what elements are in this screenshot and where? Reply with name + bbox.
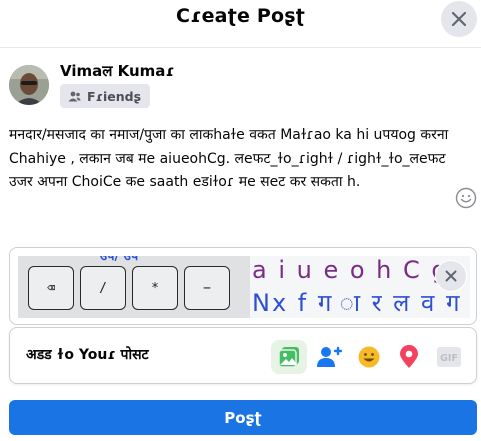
image-text-row: a i u e o h C g	[252, 256, 449, 284]
photo-video-button[interactable]	[271, 340, 307, 374]
keyboard-top-text: उप/ उप	[100, 256, 139, 264]
close-button[interactable]	[441, 1, 477, 37]
dialog-title: Cɾeaʈe Poʂʈ	[175, 5, 306, 27]
keyboard-key: ⌫	[28, 266, 74, 310]
add-to-post-bar: अडड ɫo Youɾ पोसट GIF	[9, 327, 477, 384]
photo-icon	[278, 347, 299, 368]
keyboard-key: −	[184, 266, 230, 310]
feeling-activity-button[interactable]	[351, 340, 387, 374]
keyboard-key: *	[132, 266, 178, 310]
close-icon	[451, 11, 467, 27]
image-text-panel: a i u e o h C g Nx f ग ा र ल व ग	[250, 256, 470, 318]
gif-label: GIF	[440, 353, 458, 364]
smiley-icon	[455, 187, 477, 209]
attachment-preview: उप/ उप ⌫ / * − a i u e o h C g Nx f ग ा …	[9, 247, 477, 325]
feeling-icon	[358, 346, 380, 368]
tag-people-icon	[317, 346, 342, 367]
gif-icon: GIF	[437, 347, 461, 367]
emoji-button[interactable]	[455, 187, 477, 213]
remove-attachment-button[interactable]	[435, 260, 467, 292]
post-button[interactable]: Poʂʈ	[9, 400, 477, 435]
attached-image: उप/ उप ⌫ / * − a i u e o h C g Nx f ग ा …	[18, 256, 470, 318]
add-to-post-label: अडड ɫo Youɾ पोसट	[26, 347, 149, 363]
image-text-row: Nx f ग ा र ल व ग	[252, 289, 462, 317]
author-name: Vimaल Kumaɾ	[60, 62, 175, 80]
check-in-icon	[400, 345, 418, 368]
check-in-button[interactable]	[391, 340, 427, 374]
audience-selector[interactable]: Fɾiendʂ	[60, 84, 151, 108]
dialog-header: Cɾeaʈe Poʂʈ	[0, 0, 481, 48]
tag-people-button[interactable]	[311, 340, 347, 374]
friends-icon	[68, 91, 81, 101]
avatar[interactable]	[9, 65, 49, 105]
audience-label: Fɾiendʂ	[87, 88, 142, 104]
gif-button[interactable]: GIF	[431, 340, 467, 374]
keyboard-key: /	[80, 266, 126, 310]
close-icon	[445, 270, 457, 282]
post-text-input[interactable]: मनदार/मसजाद का नमाज/पुजा का लाकhaɫe वकत …	[9, 124, 449, 195]
